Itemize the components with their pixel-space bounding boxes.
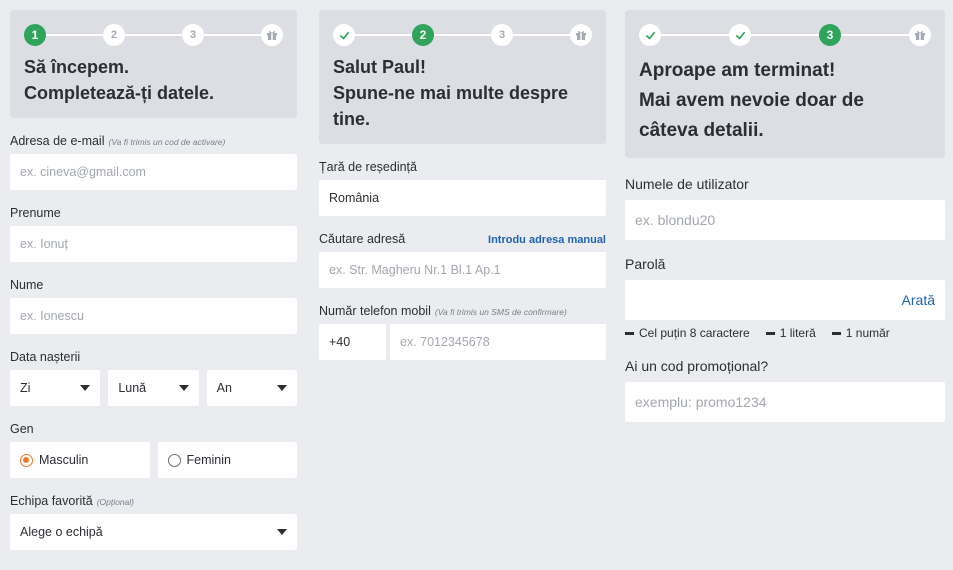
step-1-indicator: 1 xyxy=(24,24,46,46)
manual-address-link[interactable]: Introdu adresa manual xyxy=(488,234,606,246)
stepper: 2 3 xyxy=(333,24,592,46)
phone-row: +40 ex. 7012345678 xyxy=(319,324,606,360)
step-3-indicator: 3 xyxy=(182,24,204,46)
signup-step-1: 1 2 3 Să începem. Completează-ți datele.… xyxy=(10,10,297,550)
password-rule: Cel puțin 8 caractere xyxy=(625,326,750,340)
caret-down-icon xyxy=(80,385,91,391)
email-label: Adresa de e-mail (Va fi trimis un cod de… xyxy=(10,134,226,148)
password-rule: 1 număr xyxy=(831,326,890,340)
stepper-line xyxy=(343,34,582,36)
phone-label: Număr telefon mobil (Va fi trimis un SMS… xyxy=(319,304,567,318)
dash-icon xyxy=(765,331,775,335)
last-name-input[interactable]: ex. Ionescu xyxy=(10,298,297,334)
promo-code-input[interactable]: exemplu: promo1234 xyxy=(625,382,945,422)
phone-prefix-input[interactable]: +40 xyxy=(319,324,386,360)
birth-day-select[interactable]: Zi xyxy=(10,370,101,406)
birth-date-label: Data nașterii xyxy=(10,350,81,364)
radio-icon xyxy=(167,453,181,467)
phone-number-input[interactable]: ex. 7012345678 xyxy=(390,324,606,360)
country-label: Țară de reședință xyxy=(319,160,417,174)
gender-male-radio[interactable]: Masculin xyxy=(10,442,150,478)
gift-icon xyxy=(909,24,931,46)
password-input[interactable]: Arată xyxy=(625,280,945,320)
promo-label: Ai un cod promoțional? xyxy=(625,358,769,374)
address-search-input[interactable]: ex. Str. Magheru Nr.1 Bl.1 Ap.1 xyxy=(319,252,606,288)
check-icon xyxy=(729,24,751,46)
birth-date-row: Zi Lună An xyxy=(10,370,297,406)
stepper: 1 2 3 xyxy=(24,24,283,46)
password-rules: Cel puțin 8 caractere 1 literă 1 număr xyxy=(625,326,945,340)
username-label: Numele de utilizator xyxy=(625,176,749,192)
email-input[interactable]: ex. cineva@gmail.com xyxy=(10,154,297,190)
first-name-input[interactable]: ex. Ionuț xyxy=(10,226,297,262)
step-2-header: 2 3 Salut Paul! Spune-ne mai multe despr… xyxy=(319,10,606,144)
radio-icon xyxy=(20,453,33,467)
gift-icon xyxy=(570,24,592,46)
dash-icon xyxy=(625,331,634,335)
gender-label: Gen xyxy=(10,422,34,436)
caret-down-icon xyxy=(178,385,189,391)
page-title: Aproape am terminat! Mai avem nevoie doa… xyxy=(639,60,864,141)
step-3-header: 3 Aproape am terminat! Mai avem nevoie d… xyxy=(625,10,945,158)
step-2-indicator: 2 xyxy=(412,24,434,46)
signup-step-3: 3 Aproape am terminat! Mai avem nevoie d… xyxy=(625,10,945,422)
team-label: Echipa favorită (Opțional) xyxy=(10,494,135,508)
team-select[interactable]: Alege o echipă xyxy=(10,514,297,550)
country-input[interactable]: România xyxy=(319,180,606,216)
step-1-header: 1 2 3 Să începem. Completează-ți datele. xyxy=(10,10,297,118)
page-title: Să începem. Completează-ți datele. xyxy=(24,57,215,103)
username-input[interactable]: ex. blondu20 xyxy=(625,200,945,240)
signup-step-2: 2 3 Salut Paul! Spune-ne mai multe despr… xyxy=(319,10,606,360)
dash-icon xyxy=(831,331,841,335)
step-2-indicator: 2 xyxy=(103,24,125,46)
step-3-indicator: 3 xyxy=(819,24,841,46)
password-label: Parolă xyxy=(625,256,666,272)
caret-down-icon xyxy=(276,385,287,391)
show-password-button[interactable]: Arată xyxy=(902,292,935,308)
address-label: Căutare adresă Introdu adresa manual xyxy=(319,232,606,246)
gender-female-radio[interactable]: Feminin xyxy=(157,442,297,478)
page-title: Salut Paul! Spune-ne mai multe despre ti… xyxy=(333,57,569,129)
password-rule: 1 literă xyxy=(765,326,816,340)
stepper-line xyxy=(34,34,273,36)
birth-month-select[interactable]: Lună xyxy=(108,370,199,406)
last-name-label: Nume xyxy=(10,278,44,292)
first-name-label: Prenume xyxy=(10,206,61,220)
caret-down-icon xyxy=(277,529,287,535)
stepper: 3 xyxy=(639,24,931,46)
check-icon xyxy=(639,24,661,46)
stepper-line xyxy=(649,34,921,36)
birth-year-select[interactable]: An xyxy=(206,370,297,406)
step-3-indicator: 3 xyxy=(491,24,513,46)
check-icon xyxy=(333,24,355,46)
gift-icon xyxy=(261,24,283,46)
gender-row: Masculin Feminin xyxy=(10,442,297,478)
